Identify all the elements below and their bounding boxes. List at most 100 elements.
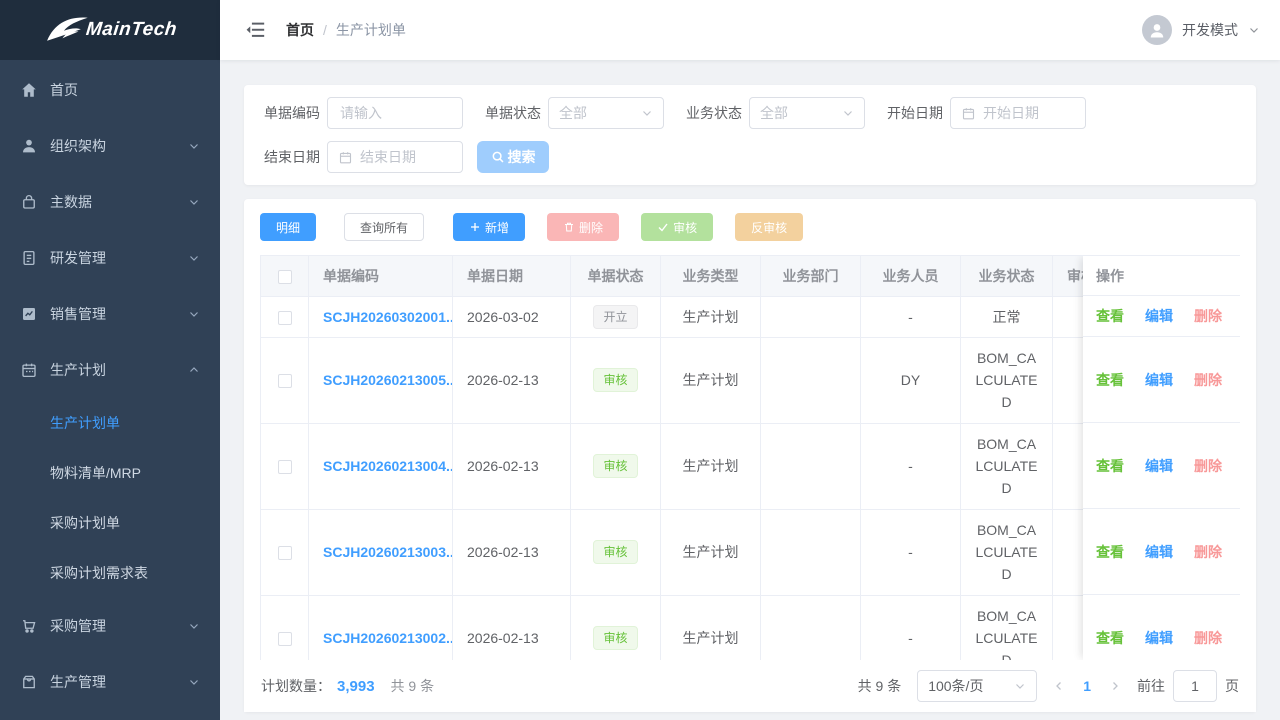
col-operations: 操作 <box>1083 256 1240 296</box>
breadcrumb-home[interactable]: 首页 <box>286 20 314 40</box>
chevron-down-icon <box>188 196 200 208</box>
col-doc-code: 单据编码 <box>309 256 453 296</box>
sidebar-item-purchase-plan-order[interactable]: 采购计划单 <box>0 498 220 548</box>
row-operations: 查看 编辑 删除 <box>1083 509 1240 595</box>
search-button-label: 搜索 <box>508 147 536 167</box>
next-page-icon[interactable] <box>1109 680 1121 692</box>
topbar: 首页 / 生产计划单 开发模式 <box>220 0 1280 60</box>
add-button[interactable]: 新增 <box>453 213 525 241</box>
delete-link[interactable]: 删除 <box>1194 456 1222 476</box>
doc-code-link[interactable]: SCJH20260302001... <box>309 296 453 337</box>
view-link[interactable]: 查看 <box>1096 306 1124 326</box>
biz-status-select[interactable]: 全部 <box>749 97 865 129</box>
data-table: 单据编码 单据日期 单据状态 业务类型 业务部门 业务人员 业务状态 审核 <box>260 255 1240 660</box>
sidebar-item-organization[interactable]: 组织架构 <box>0 118 220 174</box>
sidebar-item-label: 首页 <box>50 80 200 100</box>
current-page[interactable]: 1 <box>1083 678 1091 694</box>
add-button-label: 新增 <box>485 219 509 236</box>
start-date-picker[interactable]: 开始日期 <box>950 97 1086 129</box>
biz-person-cell: - <box>861 595 961 660</box>
operations-fixed-column: 操作 查看 编辑 删除 查看 编辑 删除 查看 编辑 删除 <box>1083 256 1240 660</box>
doc-code-link[interactable]: SCJH20260213002... <box>309 595 453 660</box>
end-date-picker[interactable]: 结束日期 <box>327 141 463 173</box>
search-button[interactable]: 搜索 <box>477 141 549 173</box>
biz-dept-cell <box>761 595 861 660</box>
sidebar-item-production-management[interactable]: 生产管理 <box>0 654 220 710</box>
row-checkbox[interactable] <box>278 374 292 388</box>
delete-button[interactable]: 删除 <box>547 213 619 241</box>
view-link[interactable]: 查看 <box>1096 456 1124 476</box>
toolbar: 明细 查询所有 新增 删除 审核 反审核 <box>260 213 1240 241</box>
trash-icon <box>563 221 575 233</box>
status-badge: 开立 <box>593 305 637 329</box>
col-doc-status: 单据状态 <box>571 256 661 296</box>
biz-person-cell: DY <box>861 337 961 423</box>
sidebar-item-sales-management[interactable]: 销售管理 <box>0 286 220 342</box>
view-link[interactable]: 查看 <box>1096 542 1124 562</box>
doc-code-input[interactable] <box>327 97 463 129</box>
edit-link[interactable]: 编辑 <box>1145 306 1173 326</box>
doc-code-link[interactable]: SCJH20260213003... <box>309 509 453 595</box>
select-all-checkbox[interactable] <box>278 270 292 284</box>
filter-biz-status: 业务状态 全部 <box>678 97 865 129</box>
chevron-down-icon <box>1014 680 1026 692</box>
doc-code-label: 单据编码 <box>256 103 320 123</box>
sidebar-item-rd-management[interactable]: 研发管理 <box>0 230 220 286</box>
unaudit-button[interactable]: 反审核 <box>735 213 803 241</box>
delete-link[interactable]: 删除 <box>1194 370 1222 390</box>
sidebar-item-purchase-management[interactable]: 采购管理 <box>0 598 220 654</box>
box-icon <box>20 673 38 691</box>
sidebar-item-label: 采购管理 <box>50 616 188 636</box>
sidebar-item-production-plan-order[interactable]: 生产计划单 <box>0 398 220 448</box>
user-menu[interactable]: 开发模式 <box>1142 15 1260 45</box>
prev-page-icon[interactable] <box>1053 680 1065 692</box>
sidebar-item-bom-mrp[interactable]: 物料清单/MRP <box>0 448 220 498</box>
end-date-label: 结束日期 <box>256 147 320 167</box>
biz-person-cell: - <box>861 423 961 509</box>
delete-link[interactable]: 删除 <box>1194 628 1222 648</box>
doc-code-link[interactable]: SCJH20260213004... <box>309 423 453 509</box>
sidebar-item-purchase-plan-demand[interactable]: 采购计划需求表 <box>0 548 220 598</box>
edit-link[interactable]: 编辑 <box>1145 370 1173 390</box>
audit-button[interactable]: 审核 <box>641 213 713 241</box>
biz-dept-cell <box>761 337 861 423</box>
row-checkbox[interactable] <box>278 546 292 560</box>
audit-button-label: 审核 <box>673 219 697 236</box>
doc-status-select[interactable]: 全部 <box>548 97 664 129</box>
edit-link[interactable]: 编辑 <box>1145 628 1173 648</box>
doc-code-link[interactable]: SCJH20260213005... <box>309 337 453 423</box>
row-checkbox[interactable] <box>278 632 292 646</box>
sidebar-item-label: 研发管理 <box>50 248 188 268</box>
edit-link[interactable]: 编辑 <box>1145 456 1173 476</box>
view-link[interactable]: 查看 <box>1096 628 1124 648</box>
row-checkbox[interactable] <box>278 460 292 474</box>
chevron-down-icon <box>188 140 200 152</box>
detail-button[interactable]: 明细 <box>260 213 316 241</box>
chevron-down-icon <box>188 252 200 264</box>
table-panel: 明细 查询所有 新增 删除 审核 反审核 <box>244 199 1256 712</box>
biz-dept-cell <box>761 509 861 595</box>
sidebar-item-master-data[interactable]: 主数据 <box>0 174 220 230</box>
edit-link[interactable]: 编辑 <box>1145 542 1173 562</box>
delete-link[interactable]: 删除 <box>1194 542 1222 562</box>
sidebar-fold-icon[interactable] <box>246 21 266 39</box>
row-checkbox[interactable] <box>278 311 292 325</box>
avatar-person-icon <box>1147 20 1167 40</box>
chevron-down-icon <box>188 308 200 320</box>
page-size-select[interactable]: 100条/页 <box>917 670 1037 702</box>
delete-link[interactable]: 删除 <box>1194 306 1222 326</box>
select-all-cell <box>261 256 309 296</box>
sidebar-item-production-plan[interactable]: 生产计划 <box>0 342 220 398</box>
sidebar-item-home[interactable]: 首页 <box>0 62 220 118</box>
brand-name: MainTech <box>84 19 177 41</box>
submenu-item-label: 采购计划单 <box>50 513 120 533</box>
sidebar-item-label: 主数据 <box>50 192 188 212</box>
view-link[interactable]: 查看 <box>1096 370 1124 390</box>
page-size-value: 100条/页 <box>928 676 983 696</box>
query-all-button[interactable]: 查询所有 <box>344 213 424 241</box>
row-operations: 查看 编辑 删除 <box>1083 337 1240 423</box>
chevron-down-icon <box>188 676 200 688</box>
goto-page-input[interactable] <box>1173 670 1217 702</box>
biz-dept-cell <box>761 423 861 509</box>
brand-logo: MainTech <box>0 0 220 60</box>
